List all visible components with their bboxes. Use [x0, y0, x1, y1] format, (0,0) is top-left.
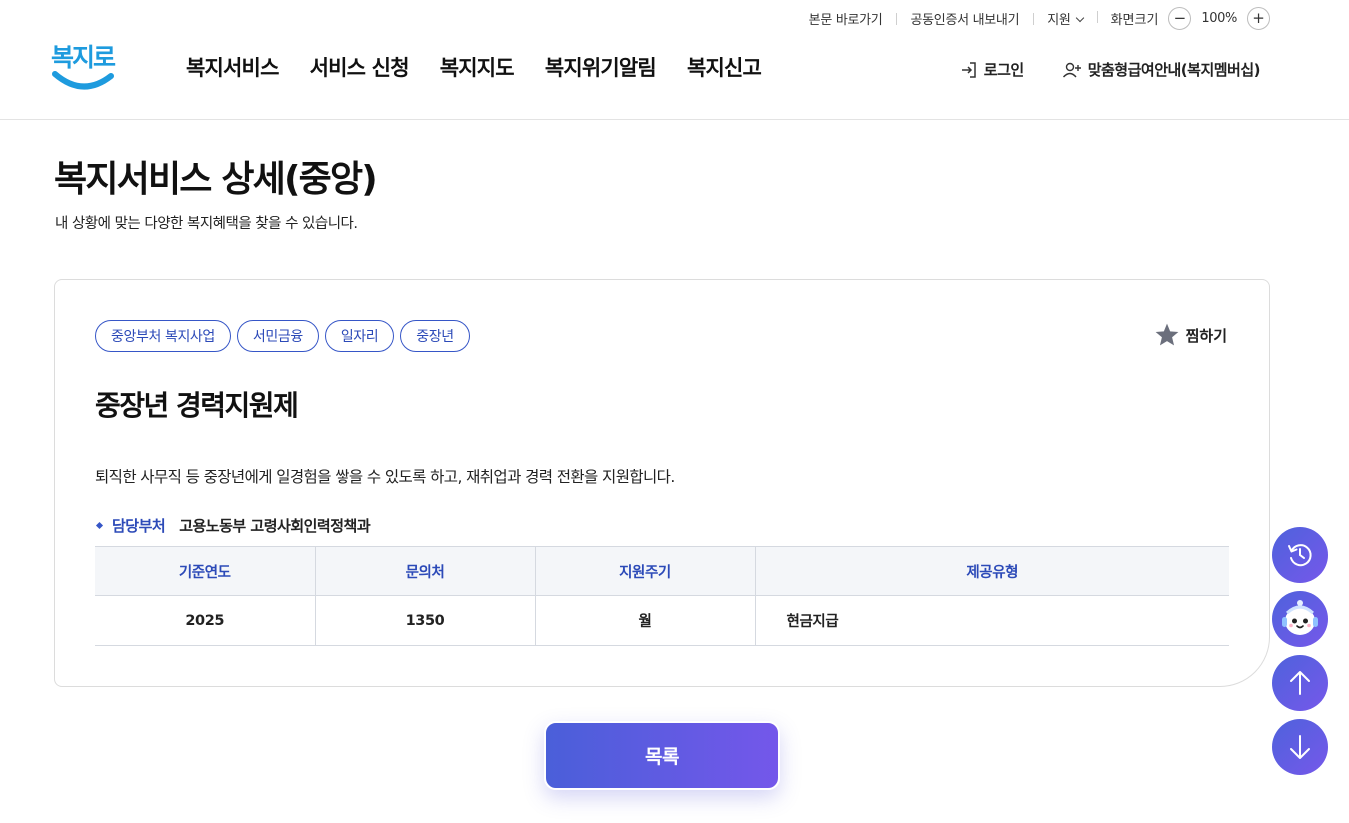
login-label: 로그인	[983, 61, 1024, 79]
utility-bar: 본문 바로가기 공동인증서 내보내기 지원 화면크기 − 100% +	[795, 6, 1270, 30]
recent-view-button[interactable]	[1272, 527, 1328, 583]
bookmark-button[interactable]: 찜하기	[1154, 322, 1227, 348]
nav-crisis-alert[interactable]: 복지위기알림	[545, 52, 657, 82]
zoom-out-button[interactable]: −	[1168, 6, 1192, 30]
login-button[interactable]: 로그인	[960, 59, 1024, 80]
tag-jobs[interactable]: 일자리	[324, 320, 395, 352]
arrow-up-icon	[1290, 671, 1310, 695]
header-base-year: 기준연도	[95, 546, 315, 596]
department-info: 담당부처 고용노동부 고령사회인력정책과	[95, 515, 371, 536]
tag-finance[interactable]: 서민금융	[236, 320, 319, 352]
cell-provision-type: 현금지급	[754, 595, 1229, 646]
chevron-down-icon	[1075, 13, 1084, 22]
table-header-row: 기준연도 문의처 지원주기 제공유형	[95, 546, 1229, 596]
chatbot-button[interactable]	[1272, 591, 1328, 647]
zoom-in-button[interactable]: +	[1247, 6, 1270, 30]
user-plus-icon	[1062, 62, 1081, 77]
logo[interactable]: 복지로	[51, 38, 117, 92]
support-label: 지원	[1047, 12, 1071, 28]
department-label: 담당부처	[112, 517, 166, 535]
header-actions: 로그인 맞춤형급여안내(복지멤버십)	[960, 59, 1261, 80]
cell-support-cycle: 월	[534, 595, 755, 646]
login-icon	[961, 61, 976, 78]
cell-contact: 1350	[314, 595, 535, 646]
nav-welfare-map[interactable]: 복지지도	[440, 52, 515, 82]
table-row: 2025 1350 월 현금지급	[95, 595, 1229, 646]
zoom-value: 100%	[1201, 10, 1237, 26]
scroll-top-button[interactable]	[1272, 655, 1328, 711]
arrow-down-icon	[1290, 735, 1310, 759]
service-detail-card: 중앙부처 복지사업 서민금융 일자리 중장년 찜하기 중장년 경력지원제 퇴직한…	[54, 279, 1270, 687]
logo-smile-icon	[52, 71, 114, 90]
history-icon	[1288, 544, 1312, 567]
tag-central-ministry[interactable]: 중앙부처 복지사업	[95, 320, 231, 352]
chatbot-icon	[1282, 600, 1318, 635]
zoom-label: 화면크기	[1110, 12, 1159, 28]
bookmark-label: 찜하기	[1185, 326, 1227, 345]
header-contact: 문의처	[314, 546, 535, 596]
export-cert-link[interactable]: 공동인증서 내보내기	[896, 9, 1033, 28]
tag-list: 중앙부처 복지사업 서민금융 일자리 중장년	[95, 320, 470, 352]
support-dropdown[interactable]: 지원	[1033, 9, 1096, 28]
header-provision-type: 제공유형	[754, 546, 1229, 596]
header-support-cycle: 지원주기	[534, 546, 755, 596]
service-info-table: 기준연도 문의처 지원주기 제공유형 2025 1350 월 현금지급	[95, 546, 1229, 646]
nav-welfare-report[interactable]: 복지신고	[687, 52, 762, 82]
skip-to-content-link[interactable]: 본문 바로가기	[795, 9, 897, 28]
nav-service-apply[interactable]: 서비스 신청	[310, 52, 410, 82]
bullet-icon	[95, 521, 104, 530]
service-title: 중장년 경력지원제	[95, 389, 299, 422]
department-value: 고용노동부 고령사회인력정책과	[179, 517, 371, 535]
membership-button[interactable]: 맞춤형급여안내(복지멤버십)	[1062, 59, 1261, 80]
membership-label: 맞춤형급여안내(복지멤버십)	[1087, 61, 1261, 79]
main-nav: 복지서비스 서비스 신청 복지지도 복지위기알림 복지신고	[186, 52, 762, 82]
page-subtitle: 내 상황에 맞는 다양한 복지혜택을 찾을 수 있습니다.	[55, 216, 358, 232]
page-title: 복지서비스 상세(중앙)	[54, 159, 378, 200]
list-button[interactable]: 목록	[544, 721, 780, 790]
star-icon	[1155, 323, 1178, 346]
nav-welfare-services[interactable]: 복지서비스	[186, 52, 279, 82]
cell-base-year: 2025	[95, 595, 315, 646]
scroll-bottom-button[interactable]	[1272, 719, 1328, 775]
tag-middle-aged[interactable]: 중장년	[400, 320, 470, 352]
service-description: 퇴직한 사무직 등 중장년에게 일경험을 쌓을 수 있도록 하고, 재취업과 경…	[95, 468, 675, 486]
zoom-control: 화면크기 − 100% +	[1096, 6, 1270, 30]
